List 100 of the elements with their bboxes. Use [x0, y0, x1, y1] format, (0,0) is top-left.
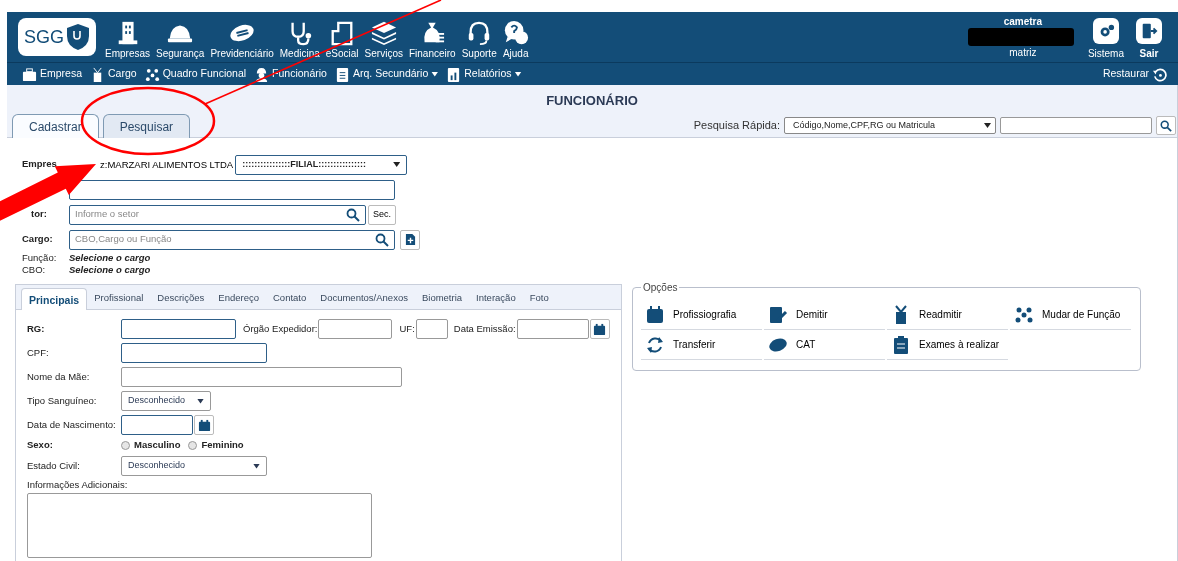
option-button[interactable]: Mudar de Função: [1010, 300, 1131, 330]
menu-item[interactable]: Medicina: [276, 19, 323, 59]
clipboard-icon: [891, 334, 911, 355]
tab[interactable]: Pesquisar: [102, 114, 191, 138]
menu-item[interactable]: Ajuda: [499, 19, 532, 59]
user-name: cametra: [1002, 15, 1044, 29]
option-button[interactable]: CAT: [764, 330, 885, 360]
menu-item[interactable]: Serviços: [361, 19, 406, 59]
tab[interactable]: Profissional: [87, 287, 151, 309]
branch-select[interactable]: ::::::::::::::::FILIAL::::::::::::::::: [235, 154, 408, 175]
input-field[interactable]: [121, 319, 236, 339]
layers-icon: [370, 19, 397, 46]
file-list-icon: [334, 66, 350, 82]
field-label: tor:: [30, 207, 48, 222]
calendar-icon: [197, 418, 211, 432]
sector-button[interactable]: Sec.: [368, 204, 396, 225]
menu-item[interactable]: Financeiro: [405, 19, 459, 59]
submenu-item[interactable]: Funcionário: [251, 66, 330, 82]
exit-door-icon: [1140, 21, 1158, 40]
menu-item[interactable]: eSocial: [322, 19, 362, 59]
people-network-icon: [144, 66, 160, 82]
menu-item[interactable]: Previdenciário: [207, 19, 277, 59]
field-label: Empres: [22, 157, 58, 172]
input-field[interactable]: [121, 343, 267, 363]
restore-button[interactable]: Restaurar: [1099, 66, 1170, 82]
caret-icon: [393, 162, 401, 167]
submenu-item[interactable]: Quadro Funcional: [141, 66, 250, 82]
search-icon: [375, 232, 389, 247]
info-value: Selecione o cargo: [69, 263, 151, 277]
calendar-button[interactable]: [589, 319, 610, 339]
menu-item[interactable]: Segurança: [153, 19, 208, 59]
tab[interactable]: Principais: [21, 288, 88, 310]
radio-option[interactable]: Masculino: [121, 438, 181, 453]
field-label: Cargo:: [22, 232, 54, 247]
submenu-item[interactable]: Cargo: [87, 66, 140, 82]
search-icon: [346, 207, 360, 222]
user-action-button[interactable]: Sair: [1130, 17, 1168, 61]
tab[interactable]: Biometria: [414, 287, 470, 309]
tab[interactable]: Documentos/Anexos: [313, 287, 415, 309]
option-button[interactable]: Transferir: [641, 330, 762, 360]
menu-item[interactable]: Suporte: [458, 19, 500, 59]
search-button[interactable]: [1156, 116, 1176, 135]
field-label: Data de Nascimento:: [27, 417, 117, 432]
input-field[interactable]: [516, 319, 589, 339]
field-label: Data Emissão:: [453, 321, 516, 336]
user-action-button[interactable]: Sistema: [1081, 17, 1130, 61]
search-field[interactable]: [1000, 117, 1152, 134]
company-name: z:MARZARI ALIMENTOS LTDA: [100, 157, 234, 172]
input-field[interactable]: [415, 319, 448, 339]
add-file-icon: [404, 233, 416, 246]
logo-text: SGG: [24, 25, 64, 49]
tab[interactable]: Endereço: [211, 287, 266, 309]
option-button[interactable]: Exames à realizar: [887, 330, 1008, 360]
tab[interactable]: Cadastrar: [12, 114, 99, 138]
submenu-item[interactable]: Relatórios: [443, 66, 525, 82]
calendar-icon: [645, 304, 665, 325]
dropdown-select[interactable]: Desconhecido: [121, 456, 267, 476]
info-label: Função:: [22, 250, 58, 265]
briefcase-icon: [22, 66, 37, 82]
field-label: Tipo Sanguíneo:: [27, 393, 98, 408]
name-field[interactable]: [69, 179, 395, 200]
sector-search-field[interactable]: Informe o setor: [69, 204, 366, 225]
input-field[interactable]: [318, 319, 393, 339]
field-label: UF:: [399, 321, 415, 336]
user-unit: matriz: [1008, 46, 1038, 60]
tab[interactable]: Contato: [266, 287, 314, 309]
dropdown-select[interactable]: Desconhecido: [121, 391, 211, 411]
option-button[interactable]: Readmitir: [887, 300, 1008, 330]
add-button[interactable]: [400, 229, 420, 250]
calendar-button[interactable]: [194, 415, 214, 435]
field-label: RG:: [27, 321, 46, 336]
logo[interactable]: SGG: [18, 18, 96, 56]
tab[interactable]: Descrições: [150, 287, 212, 309]
caret-icon: [197, 398, 204, 404]
tab[interactable]: Foto: [522, 287, 556, 309]
menu-item[interactable]: Empresas: [102, 19, 153, 59]
edit-document-icon: [768, 304, 788, 325]
submenu-item[interactable]: Empresa: [19, 66, 85, 82]
search-icon: [1160, 119, 1172, 132]
section-title: Opções: [641, 281, 680, 295]
tab[interactable]: Interação: [469, 287, 523, 309]
role-search-field[interactable]: CBO,Cargo ou Função: [69, 229, 395, 250]
field-label: CPF:: [27, 345, 50, 360]
input-field[interactable]: [121, 367, 402, 387]
calendar-icon: [593, 322, 607, 336]
notes-textarea[interactable]: [27, 493, 372, 558]
option-button[interactable]: Profissiografia: [641, 300, 762, 330]
restore-icon: [1152, 66, 1167, 82]
field-label: Estado Civil:: [27, 458, 81, 473]
info-label: CBO:: [22, 263, 47, 277]
submenu-item[interactable]: Arq. Secundário: [331, 66, 442, 82]
report-chart-icon: [446, 66, 462, 82]
option-button[interactable]: Demitir: [764, 300, 885, 330]
field-label: Sexo:: [27, 438, 54, 453]
field-label: Órgão Expedidor:: [243, 321, 318, 336]
search-type-select[interactable]: Código,Nome,CPF,RG ou Matricula: [784, 117, 996, 134]
field-label: Nome da Mãe:: [27, 369, 91, 384]
input-field[interactable]: [121, 415, 193, 435]
radio-option[interactable]: Feminino: [188, 438, 244, 453]
caret-icon: [984, 123, 991, 128]
